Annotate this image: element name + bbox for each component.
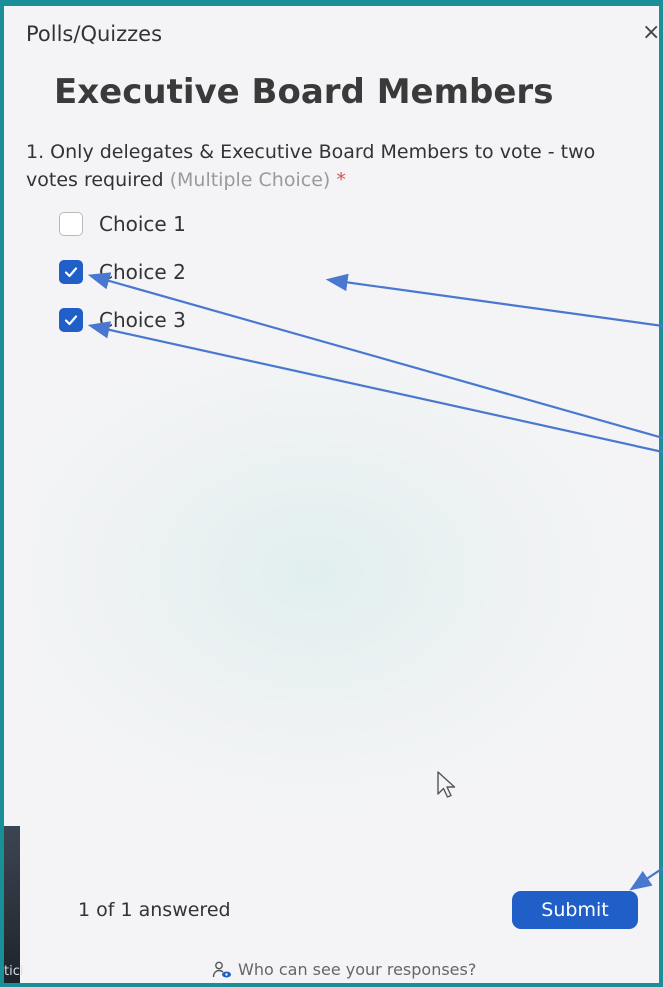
question-text: 1. Only delegates & Executive Board Memb…: [26, 138, 659, 194]
question-type-label: (Multiple Choice): [169, 169, 331, 191]
choice-1[interactable]: Choice 1: [59, 210, 186, 238]
choice-2[interactable]: Choice 2: [59, 258, 186, 286]
choice-3-label: Choice 3: [99, 308, 186, 332]
background-window-edge: [4, 826, 20, 983]
choice-1-label: Choice 1: [99, 212, 186, 236]
choice-2-checkbox[interactable]: [59, 260, 83, 284]
background-window-text: tici: [4, 964, 24, 979]
choice-1-checkbox[interactable]: [59, 212, 83, 236]
privacy-link-text: Who can see your responses?: [238, 960, 477, 979]
choice-3-checkbox[interactable]: [59, 308, 83, 332]
checkmark-icon: [64, 315, 78, 326]
screen-glare: [34, 366, 654, 826]
required-marker: *: [336, 169, 346, 191]
question-line-2: votes required: [26, 169, 164, 191]
polls-panel: Polls/Quizzes × Executive Board Members …: [4, 6, 659, 983]
privacy-link[interactable]: Who can see your responses?: [212, 960, 476, 979]
close-icon[interactable]: ×: [642, 22, 659, 44]
person-eye-icon: [212, 961, 231, 977]
answered-status: 1 of 1 answered: [78, 899, 231, 921]
choice-3[interactable]: Choice 3: [59, 306, 186, 334]
submit-button[interactable]: Submit: [512, 891, 638, 929]
poll-title: Executive Board Members: [54, 72, 554, 112]
checkmark-icon: [64, 267, 78, 278]
panel-header-title: Polls/Quizzes: [26, 22, 163, 46]
mouse-cursor-icon: [437, 771, 456, 798]
choice-2-label: Choice 2: [99, 260, 186, 284]
question-line-1: 1. Only delegates & Executive Board Memb…: [26, 141, 596, 163]
